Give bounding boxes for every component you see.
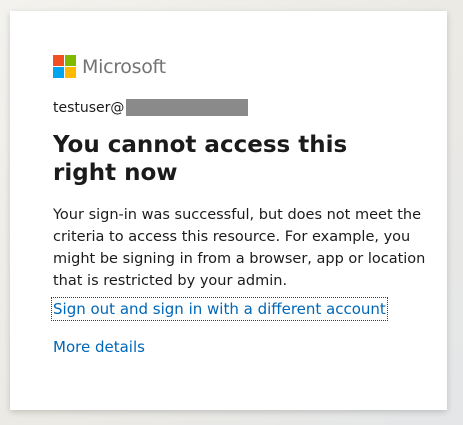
redacted-domain [126, 99, 249, 116]
sign-out-link[interactable]: Sign out and sign in with a different ac… [51, 297, 388, 321]
microsoft-logo: Microsoft [53, 55, 166, 78]
account-identity: testuser@ [53, 99, 249, 116]
page-title: You cannot access this right now [53, 132, 348, 186]
more-details-link[interactable]: More details [53, 337, 145, 357]
account-username: testuser@ [53, 99, 125, 116]
error-card: Microsoft testuser@ You cannot access th… [10, 11, 447, 410]
error-description: Your sign-in was successful, but does no… [53, 207, 426, 289]
microsoft-logo-icon [53, 55, 76, 78]
logo-text: Microsoft [82, 55, 166, 78]
